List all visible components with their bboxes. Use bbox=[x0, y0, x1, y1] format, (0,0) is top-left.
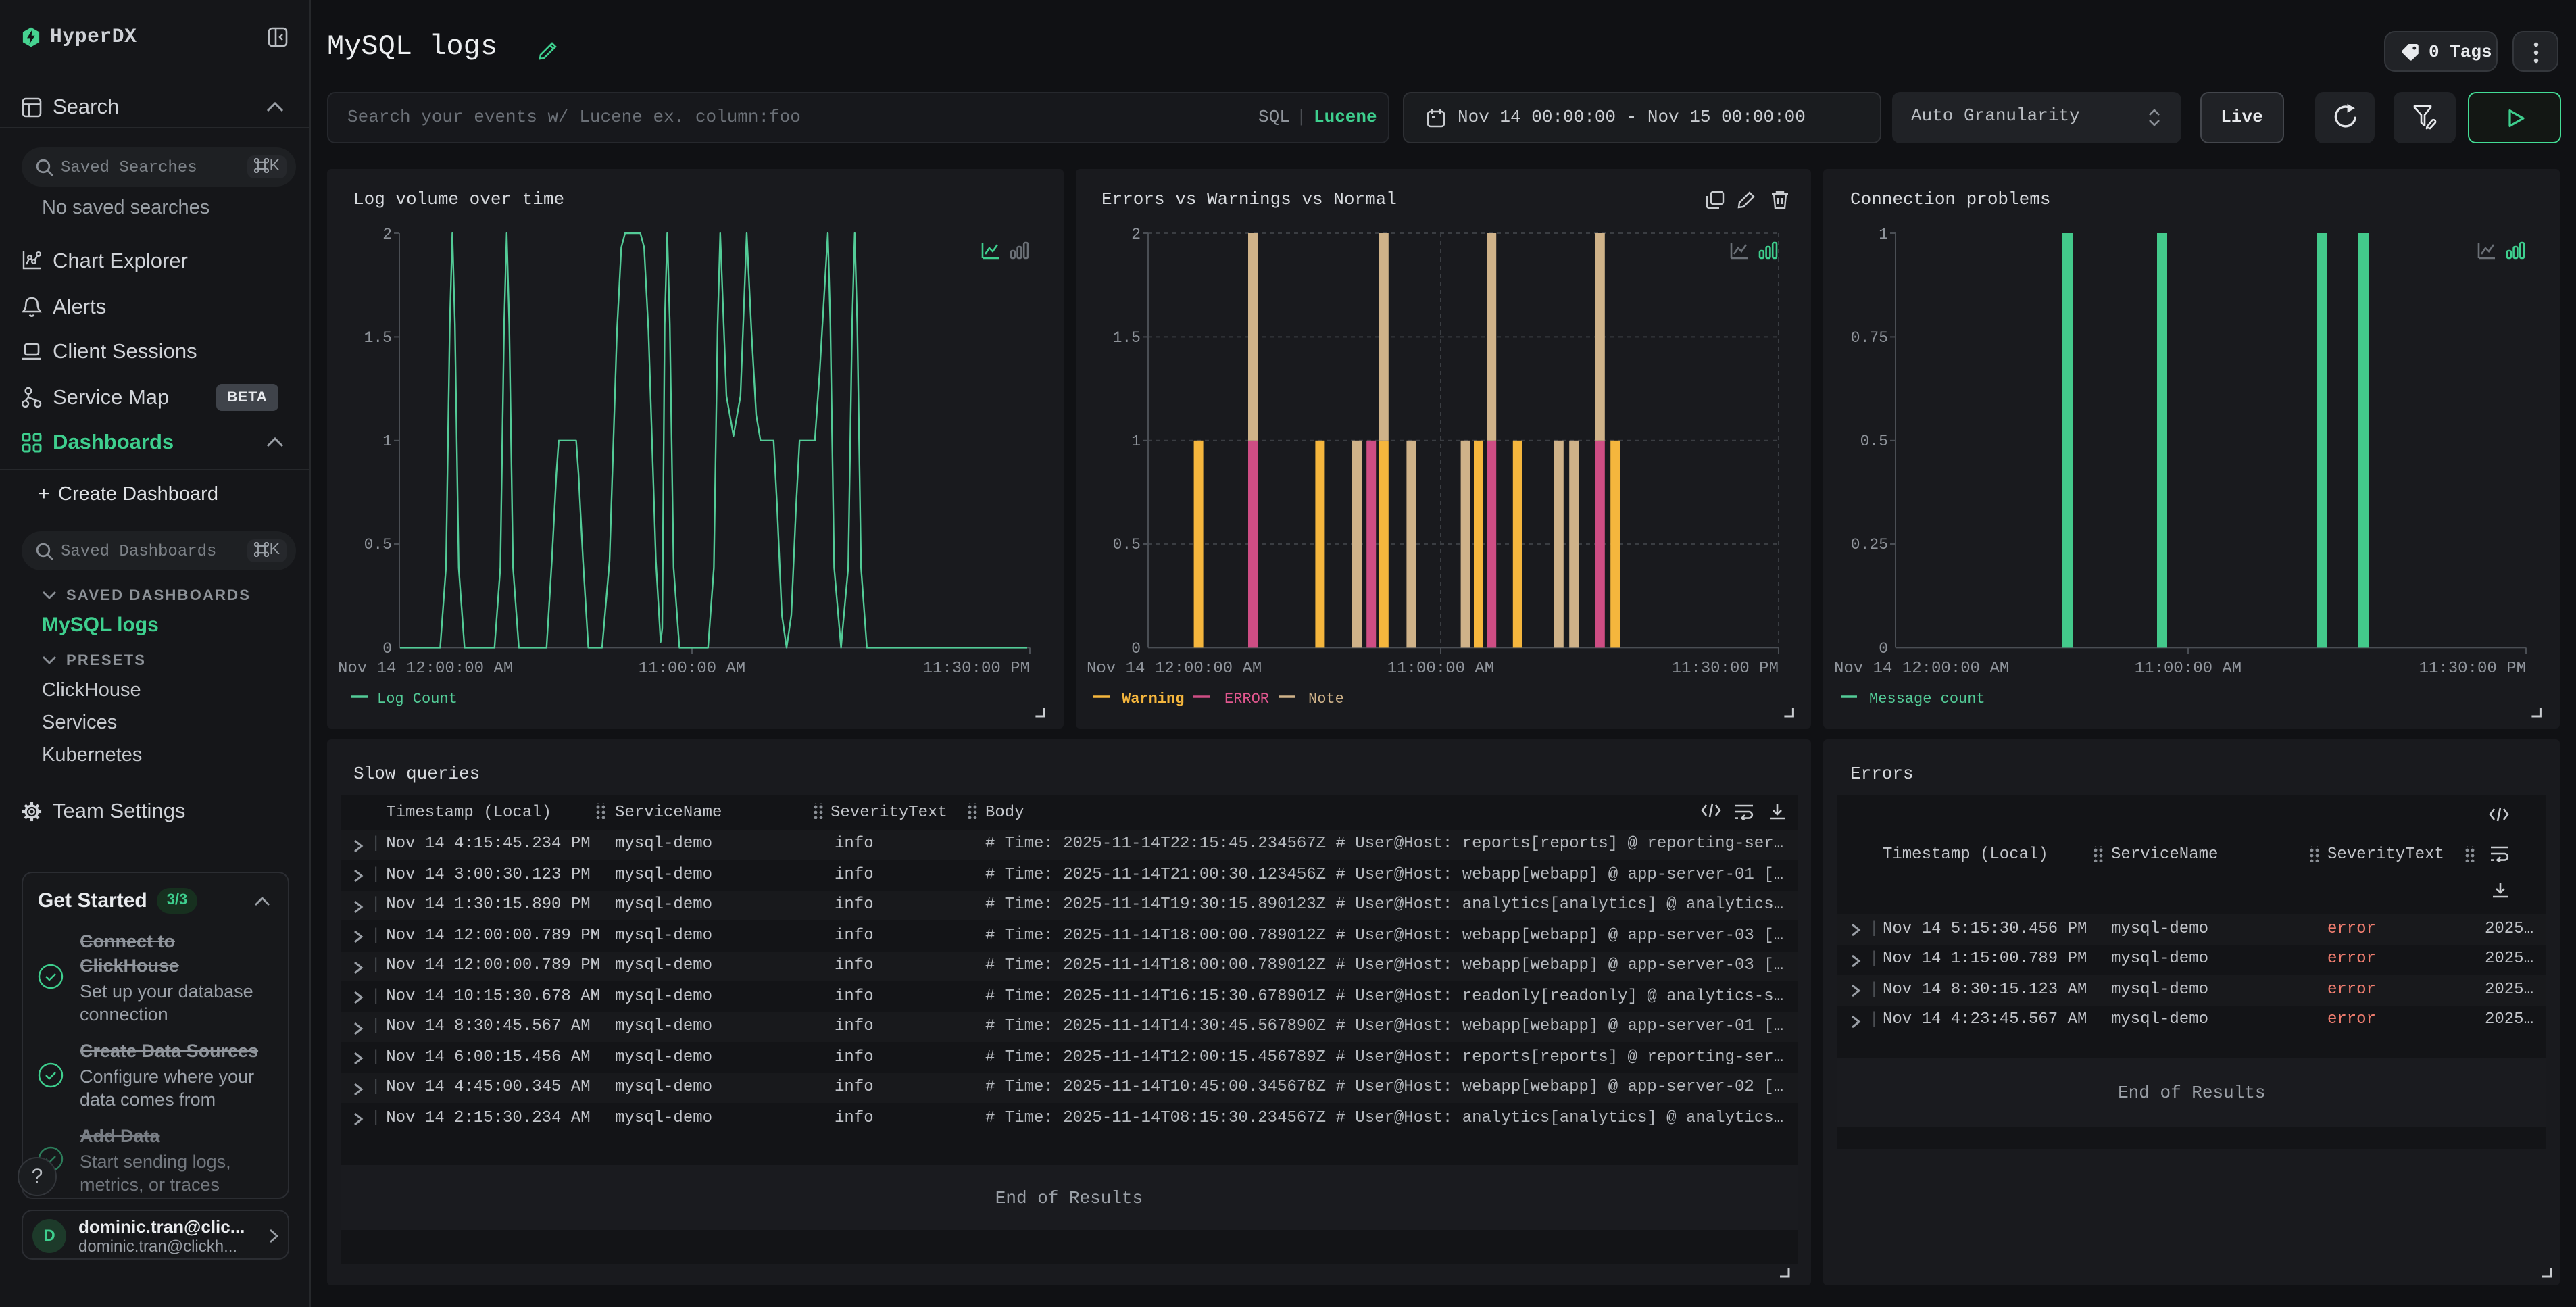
svg-text:1: 1 bbox=[1879, 226, 1889, 243]
svg-text:0: 0 bbox=[1131, 640, 1141, 658]
svg-text:2: 2 bbox=[1131, 226, 1141, 243]
svg-text:2: 2 bbox=[382, 226, 392, 243]
svg-text:11:30:00 PM: 11:30:00 PM bbox=[2419, 660, 2526, 678]
svg-text:11:00:00 AM: 11:00:00 AM bbox=[2135, 660, 2241, 678]
svg-text:11:00:00 AM: 11:00:00 AM bbox=[639, 660, 745, 678]
svg-text:0.25: 0.25 bbox=[1851, 536, 1888, 553]
svg-text:Nov 14 12:00:00 AM: Nov 14 12:00:00 AM bbox=[1835, 660, 2010, 678]
svg-text:0: 0 bbox=[1879, 640, 1889, 658]
svg-text:Nov 14 12:00:00 AM: Nov 14 12:00:00 AM bbox=[1086, 660, 1261, 678]
svg-text:Message count: Message count bbox=[1870, 691, 1986, 708]
svg-text:ERROR: ERROR bbox=[1224, 691, 1268, 708]
svg-text:Warning: Warning bbox=[1121, 691, 1183, 708]
svg-text:0.5: 0.5 bbox=[364, 536, 392, 553]
svg-text:0.75: 0.75 bbox=[1851, 329, 1888, 347]
svg-text:1.5: 1.5 bbox=[364, 329, 392, 347]
svg-text:11:30:00 PM: 11:30:00 PM bbox=[923, 660, 1030, 678]
svg-text:1: 1 bbox=[1131, 433, 1141, 450]
svg-text:Note: Note bbox=[1308, 691, 1343, 708]
svg-text:11:30:00 PM: 11:30:00 PM bbox=[1671, 660, 1778, 678]
svg-text:0.5: 0.5 bbox=[1860, 433, 1888, 450]
svg-text:0.5: 0.5 bbox=[1112, 536, 1140, 553]
svg-text:1.5: 1.5 bbox=[1112, 329, 1140, 347]
svg-text:Nov 14 12:00:00 AM: Nov 14 12:00:00 AM bbox=[338, 660, 513, 678]
svg-text:11:00:00 AM: 11:00:00 AM bbox=[1387, 660, 1493, 678]
svg-text:1: 1 bbox=[382, 433, 392, 450]
svg-text:0: 0 bbox=[382, 640, 392, 658]
svg-text:Log Count: Log Count bbox=[377, 691, 457, 708]
